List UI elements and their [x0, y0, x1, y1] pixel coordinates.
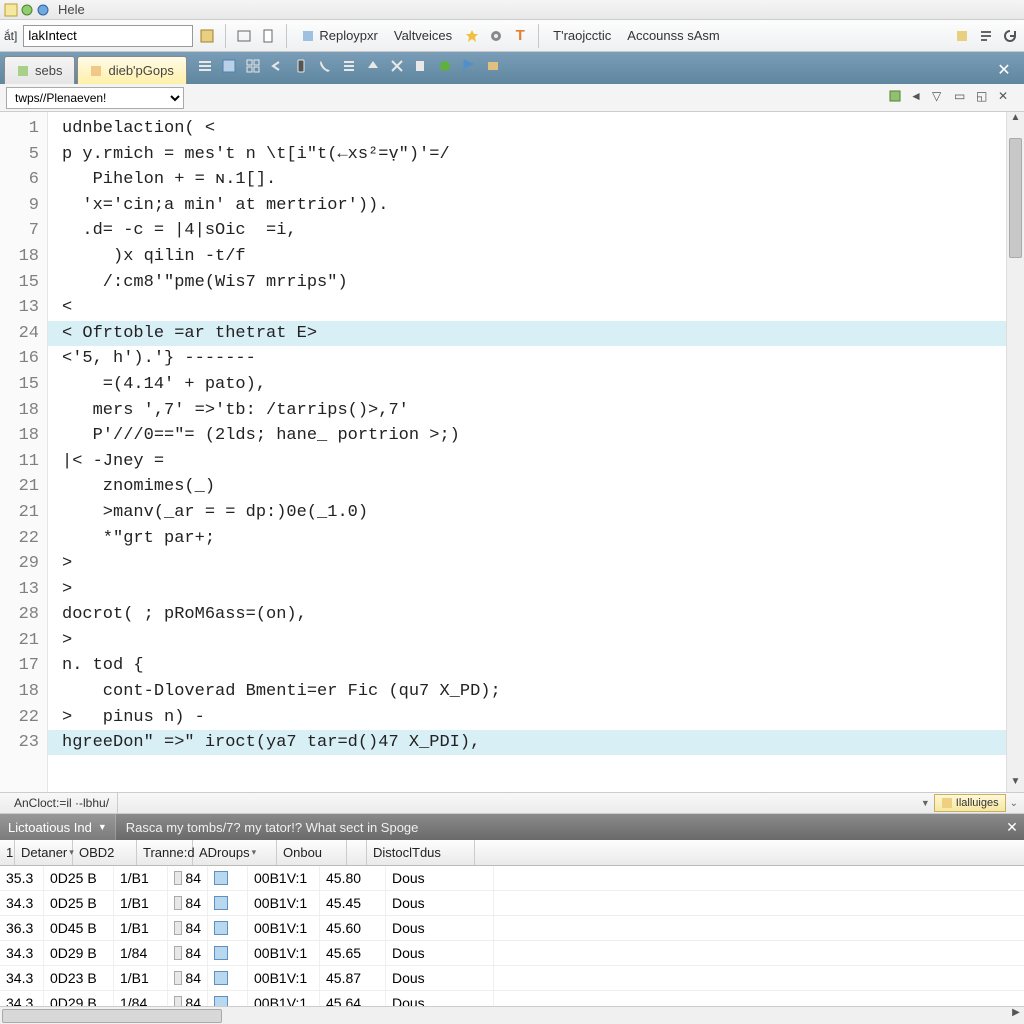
main-toolbar: ắt] Reploypxr Valtveices T T'raojcctic A… — [0, 20, 1024, 52]
window-title: Hele — [58, 2, 85, 17]
col-onbou[interactable]: Onbou — [277, 840, 347, 865]
gear-icon[interactable] — [486, 26, 506, 46]
table-row[interactable]: 35.30D25 B1/B18400B1V:145.80Dous — [0, 866, 1024, 891]
horizontal-scrollbar[interactable] — [2, 1009, 222, 1023]
tool-bug-icon[interactable] — [437, 58, 459, 80]
scope-dropdown[interactable]: twps//Plenaeven! — [6, 87, 184, 109]
nav-dropdown-icon[interactable]: ▽ — [932, 89, 952, 107]
tab-sebs[interactable]: sebs — [4, 56, 75, 84]
variables-button[interactable]: Valtveices — [388, 24, 458, 48]
nav-restore-icon[interactable]: ◱ — [976, 89, 996, 107]
tool-copy-icon[interactable] — [413, 58, 435, 80]
editor-tab-bar: sebs dieb'pGops ✕ — [0, 52, 1024, 84]
window-icon[interactable] — [234, 26, 254, 46]
text-icon[interactable]: T — [510, 26, 530, 46]
tool-box-icon[interactable] — [485, 58, 507, 80]
app-icon-1 — [4, 3, 18, 17]
bottom-rows: 35.30D25 B1/B18400B1V:145.80Dous34.30D25… — [0, 866, 1024, 1006]
editor-header: twps//Plenaeven! ◄ ▽ ▭ ◱ ✕ — [0, 84, 1024, 112]
tool-save-icon[interactable] — [221, 58, 243, 80]
search-input[interactable] — [23, 25, 193, 47]
tool-lines-icon[interactable] — [341, 58, 363, 80]
scroll-down-icon[interactable]: ▼ — [1007, 776, 1024, 792]
tool-list-icon[interactable] — [197, 58, 219, 80]
col-tranne[interactable]: Tranne:d — [137, 840, 193, 865]
star-icon[interactable] — [462, 26, 482, 46]
bottom-panel-header: Lictoatious Ind▼ Rasca my tombs/7? my ta… — [0, 814, 1024, 840]
nav-close-icon[interactable]: ✕ — [998, 89, 1018, 107]
bottom-columns: 1 Detaner▾ OBD2 Tranne:d ADroups▾ Onbou … — [0, 840, 1024, 866]
table-row[interactable]: 34.30D25 B1/B18400B1V:145.45Dous — [0, 891, 1024, 916]
scroll-right-icon[interactable]: ▶ — [1008, 1007, 1024, 1024]
app-icon-3 — [36, 3, 50, 17]
tool-flag-icon[interactable] — [461, 58, 483, 80]
refresh-icon[interactable] — [1000, 26, 1020, 46]
nav-prev-icon[interactable]: ◄ — [910, 89, 930, 107]
bottom-footer: ▶ — [0, 1006, 1024, 1024]
status-down-icon[interactable]: ⌄ — [1010, 798, 1018, 809]
tab-diebpgops[interactable]: dieb'pGops — [77, 56, 186, 84]
projects-button[interactable]: T'raojcctic — [547, 24, 617, 48]
go-icon[interactable] — [197, 26, 217, 46]
bottom-dropdown[interactable]: Lictoatious Ind▼ — [0, 814, 116, 840]
col-index[interactable]: 1 — [0, 840, 15, 865]
status-dropdown-icon[interactable]: ▼ — [921, 798, 930, 808]
document-icon[interactable] — [258, 26, 278, 46]
code-editor[interactable]: 1569718151324161518181121212229132821171… — [0, 112, 1024, 792]
status-languages-button[interactable]: Ilalluiges — [934, 794, 1006, 812]
bottom-header-text: Rasca my tombs/7? my tator!? What sect i… — [116, 820, 429, 835]
align-icon[interactable] — [976, 26, 996, 46]
table-row[interactable]: 34.30D29 B1/848400B1V:145.64Dous — [0, 991, 1024, 1006]
tool-up-icon[interactable] — [365, 58, 387, 80]
accounts-button[interactable]: Accounss sAsm — [621, 24, 725, 48]
marker-icon[interactable] — [952, 26, 972, 46]
bottom-panel: Lictoatious Ind▼ Rasca my tombs/7? my ta… — [0, 814, 1024, 1024]
tool-device-icon[interactable] — [293, 58, 315, 80]
table-row[interactable]: 36.30D45 B1/B18400B1V:145.60Dous — [0, 916, 1024, 941]
editor-statusbar: AnCloct:=il ·-lbhu/ ▼ Ilalluiges ⌄ — [0, 792, 1024, 814]
tool-undo-icon[interactable] — [269, 58, 291, 80]
col-detaner[interactable]: Detaner▾ — [15, 840, 73, 865]
tool-grid-icon[interactable] — [245, 58, 267, 80]
toolbar-left-label: ắt] — [4, 29, 17, 43]
col-obd2[interactable]: OBD2 — [73, 840, 137, 865]
status-tab[interactable]: AnCloct:=il ·-lbhu/ — [6, 793, 118, 813]
window-titlebar: Hele — [0, 0, 1024, 20]
nav-box-icon[interactable] — [888, 89, 908, 107]
deploy-button[interactable]: Reploypxr — [295, 24, 384, 48]
close-button[interactable]: ✕ — [988, 56, 1020, 84]
tool-close-icon[interactable] — [389, 58, 411, 80]
table-row[interactable]: 34.30D29 B1/848400B1V:145.65Dous — [0, 941, 1024, 966]
nav-minimize-icon[interactable]: ▭ — [954, 89, 974, 107]
col-distocl[interactable]: DistoclTdus — [367, 840, 475, 865]
col-adoups[interactable]: ADroups▾ — [193, 840, 277, 865]
bottom-close-icon[interactable]: ✕ — [1000, 819, 1024, 836]
tool-phone-icon[interactable] — [317, 58, 339, 80]
code-area[interactable]: udnbelaction( <p y.rmich = mes't n \t[i"… — [48, 112, 1024, 792]
app-icon-2 — [20, 3, 34, 17]
table-row[interactable]: 34.30D23 B1/B18400B1V:145.87Dous — [0, 966, 1024, 991]
line-gutter: 1569718151324161518181121212229132821171… — [0, 112, 48, 792]
